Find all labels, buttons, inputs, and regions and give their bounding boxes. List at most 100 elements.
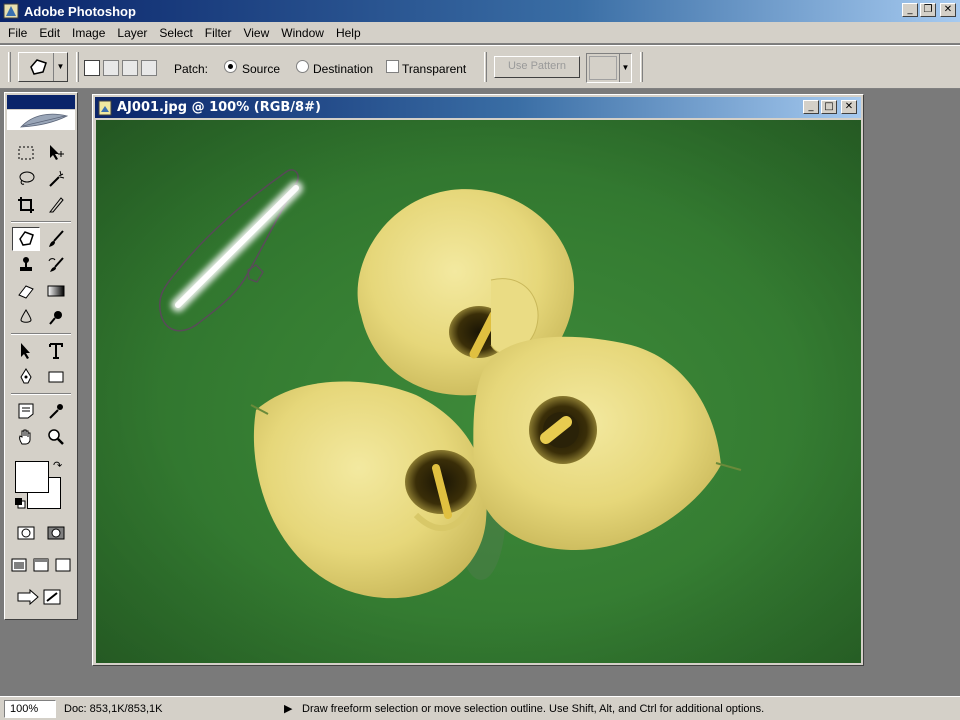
options-bar: ▼ Patch: Source Destination Transparent … [0, 45, 960, 89]
add-to-selection-button[interactable] [103, 60, 119, 76]
menu-file[interactable]: File [2, 26, 33, 40]
toolbox-separator [11, 333, 71, 335]
options-bar-separator [76, 52, 79, 82]
toolbox-logo[interactable] [7, 110, 75, 130]
status-menu-arrow-icon[interactable]: ▶ [284, 702, 298, 715]
swap-colors-icon[interactable]: ↷ [53, 459, 62, 472]
default-colors-icon[interactable] [14, 497, 26, 509]
dodge-tool[interactable] [42, 305, 70, 329]
toolbox: ↷ [4, 92, 78, 620]
zoom-level-field[interactable]: 100% [4, 699, 56, 718]
crop-tool[interactable] [12, 193, 40, 217]
rectangular-marquee-tool[interactable] [12, 141, 40, 165]
menu-image[interactable]: Image [66, 26, 111, 40]
subtract-from-selection-button[interactable] [122, 60, 138, 76]
status-bar: 100% Doc: 853,1K/853,1K ▶ Draw freeform … [0, 696, 960, 720]
toolbox-title-bar[interactable] [7, 95, 75, 109]
brush-tool[interactable] [42, 227, 70, 251]
arrow-icon [21, 343, 30, 359]
document-title-bar[interactable]: AJ001.jpg @ 100% (RGB/8#) _ □ ✕ [95, 97, 861, 118]
quick-mask-mode-button[interactable] [42, 521, 70, 545]
new-selection-button[interactable] [84, 60, 100, 76]
stamp-icon [20, 257, 32, 271]
options-bar-grip[interactable] [8, 52, 11, 82]
rectangle-tool[interactable] [42, 365, 70, 389]
app-close-button[interactable]: ✕ [940, 3, 956, 17]
magnifier-icon [48, 429, 64, 445]
type-tool[interactable] [42, 339, 70, 363]
app-restore-button[interactable]: ❐ [920, 3, 936, 17]
foreground-color-swatch[interactable] [15, 461, 49, 493]
screen-mode-icon [11, 558, 27, 572]
transparent-label: Transparent [402, 62, 467, 76]
menu-filter[interactable]: Filter [199, 26, 238, 40]
document-icon [98, 100, 112, 115]
eyedropper-icon [49, 404, 63, 419]
lasso-tool[interactable] [12, 167, 40, 191]
pattern-swatch [589, 56, 617, 80]
status-message: Draw freeform selection or move selectio… [302, 702, 765, 715]
quick-mask-icon [47, 526, 65, 540]
move-tool[interactable] [42, 141, 70, 165]
imageready-icon [17, 588, 61, 606]
destination-radio[interactable] [296, 60, 309, 73]
clone-stamp-tool[interactable] [12, 253, 40, 277]
document-title: AJ001.jpg @ 100% (RGB/8#) [117, 100, 321, 115]
hand-tool[interactable] [12, 425, 40, 449]
menu-select[interactable]: Select [153, 26, 198, 40]
eyedropper-tool[interactable] [42, 399, 70, 423]
patch-tool[interactable] [12, 227, 40, 251]
source-radio[interactable] [224, 60, 237, 73]
destination-label: Destination [313, 62, 374, 76]
menu-layer[interactable]: Layer [111, 26, 153, 40]
water-drop-icon [20, 309, 32, 323]
options-bar-separator [484, 52, 487, 82]
screen-mode-icon [33, 558, 49, 572]
document-window: AJ001.jpg @ 100% (RGB/8#) _ □ ✕ [92, 94, 864, 666]
full-screen-menu-mode-button[interactable] [30, 553, 52, 577]
note-icon [18, 403, 34, 419]
app-title: Adobe Photoshop [24, 3, 136, 19]
transparent-checkbox[interactable] [386, 60, 399, 73]
document-minimize-button[interactable]: _ [803, 100, 819, 114]
document-close-button[interactable]: ✕ [841, 100, 857, 114]
menu-view[interactable]: View [237, 26, 275, 40]
toolbox-separator [11, 221, 71, 223]
doc-size-info[interactable]: Doc: 853,1K/853,1K [64, 703, 278, 715]
jump-to-imageready-button[interactable] [12, 585, 70, 609]
path-selection-tool[interactable] [12, 339, 40, 363]
screen-mode-icon [55, 558, 71, 572]
standard-screen-mode-button[interactable] [8, 553, 30, 577]
zoom-tool[interactable] [42, 425, 70, 449]
lasso-icon [19, 171, 35, 185]
eraser-tool[interactable] [12, 279, 40, 303]
pattern-picker[interactable]: ▼ [586, 53, 632, 83]
document-maximize-button[interactable]: □ [821, 100, 837, 114]
chevron-down-icon: ▼ [53, 53, 67, 81]
menu-help[interactable]: Help [330, 26, 367, 40]
pen-tool[interactable] [12, 365, 40, 389]
blur-tool[interactable] [12, 305, 40, 329]
standard-mode-icon [17, 526, 35, 540]
gradient-tool[interactable] [42, 279, 70, 303]
tool-preset-picker[interactable]: ▼ [18, 52, 68, 82]
notes-tool[interactable] [12, 399, 40, 423]
use-pattern-button[interactable]: Use Pattern [494, 56, 580, 78]
menu-edit[interactable]: Edit [33, 26, 66, 40]
app-minimize-button[interactable]: _ [902, 3, 918, 17]
image-canvas[interactable] [96, 120, 861, 663]
move-icon [50, 145, 64, 160]
menu-window[interactable]: Window [275, 26, 330, 40]
standard-mode-button[interactable] [12, 521, 40, 545]
type-icon [49, 343, 63, 359]
patch-tool-icon [30, 59, 47, 75]
magic-wand-tool[interactable] [42, 167, 70, 191]
slice-tool[interactable] [42, 193, 70, 217]
photoshop-logo-icon [3, 3, 19, 19]
magic-wand-icon [49, 170, 65, 187]
full-screen-mode-button[interactable] [52, 553, 74, 577]
intersect-selection-button[interactable] [141, 60, 157, 76]
history-brush-tool[interactable] [42, 253, 70, 277]
history-brush-icon [48, 257, 64, 272]
rectangle-icon [48, 371, 64, 383]
